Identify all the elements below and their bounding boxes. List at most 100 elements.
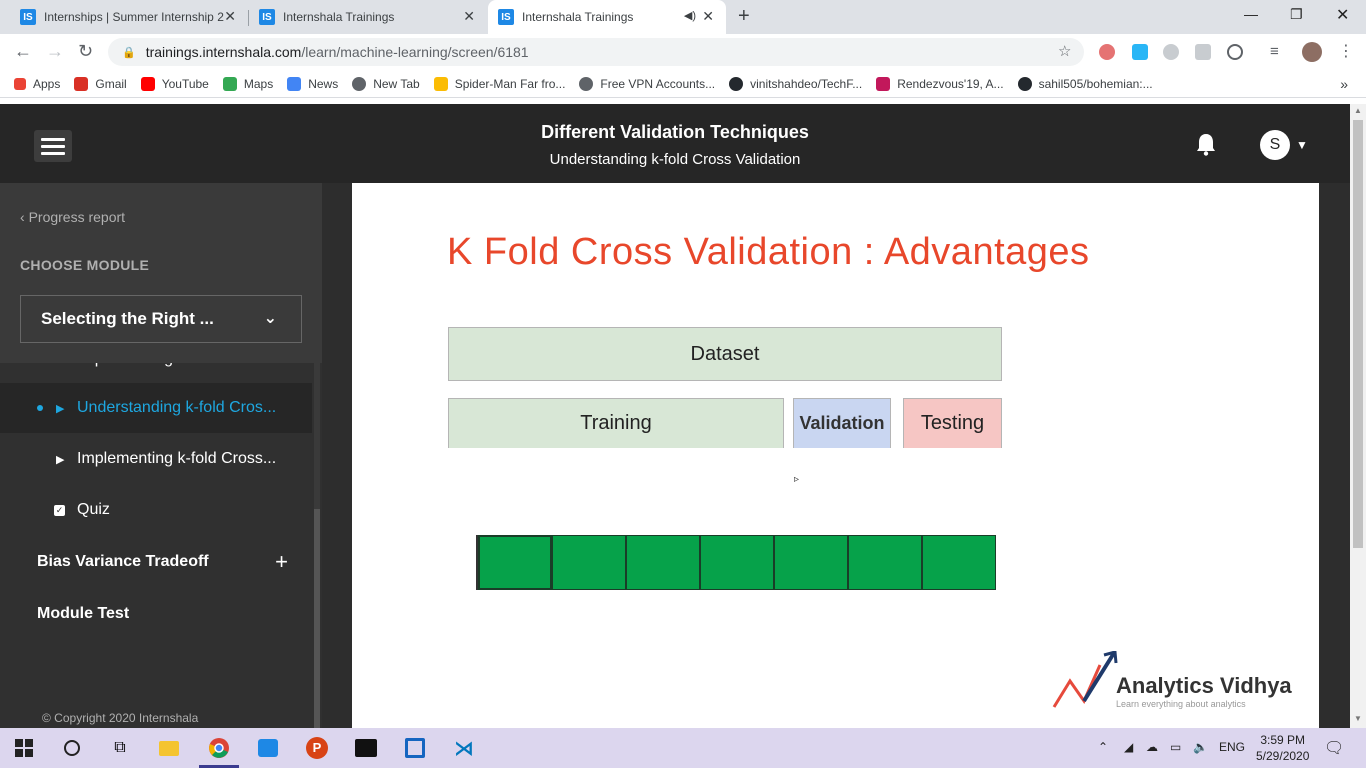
bookmark-youtube[interactable]: YouTube xyxy=(140,76,209,91)
user-menu-caret-icon[interactable]: ▼ xyxy=(1296,138,1308,152)
fold-block xyxy=(700,535,774,590)
browser-tab-trainings-active[interactable]: IS Internshala Trainings ◀) ✕ xyxy=(488,0,726,34)
wifi-icon[interactable]: ◢ xyxy=(1124,740,1133,754)
media-controls-icon[interactable]: ≡ xyxy=(1270,43,1279,60)
sidebar: ‹ Progress report CHOOSE MODULE Selectin… xyxy=(0,183,322,728)
scroll-down-icon[interactable]: ▼ xyxy=(1354,714,1362,723)
task-view-icon[interactable]: ⧉ xyxy=(108,736,132,760)
language-indicator[interactable]: ENG xyxy=(1219,740,1245,754)
browser-tab-trainings[interactable]: IS Internshala Trainings ✕ xyxy=(249,0,487,34)
bookmark-label: Rendezvous'19, A... xyxy=(897,76,1004,91)
close-tab-icon[interactable]: ✕ xyxy=(224,8,236,25)
bookmark-label: sahil505/bohemian:... xyxy=(1038,76,1153,91)
new-tab-button[interactable]: + xyxy=(738,5,750,28)
partial-label: Implementing xyxy=(77,363,173,368)
sidebar-module-panel: ‹ Progress report CHOOSE MODULE Selectin… xyxy=(0,183,322,363)
internshala-favicon-icon: IS xyxy=(259,9,275,25)
current-lesson-dot-icon xyxy=(37,405,43,411)
extension-icon[interactable] xyxy=(1227,44,1243,60)
code-blocks-icon[interactable] xyxy=(403,736,427,760)
system-clock[interactable]: 3:59 PM 5/29/2020 xyxy=(1256,732,1309,764)
vscode-icon[interactable]: ⋊ xyxy=(452,736,476,760)
postman-icon[interactable]: P xyxy=(305,736,329,760)
bookmark-spiderman[interactable]: Spider-Man Far fro... xyxy=(433,76,565,91)
chevron-down-icon: ⌄ xyxy=(263,310,277,327)
section-module-test[interactable]: Module Test xyxy=(0,588,312,640)
bookmark-bohemian[interactable]: sahil505/bohemian:... xyxy=(1017,76,1153,91)
tray-overflow-icon[interactable]: ⌃ xyxy=(1098,740,1108,754)
expand-plus-icon[interactable]: + xyxy=(275,549,288,575)
page-scrollbar-thumb[interactable] xyxy=(1353,120,1363,548)
address-bar[interactable]: 🔒 trainings.internshala.com/learn/machin… xyxy=(108,38,1084,66)
section-label: Bias Variance Tradeoff xyxy=(37,553,209,570)
bookmark-rendezvous[interactable]: Rendezvous'19, A... xyxy=(876,76,1004,91)
extension-icon[interactable] xyxy=(1163,44,1179,60)
lesson-item-implementing-kfold[interactable]: ▶ Implementing k-fold Cross... xyxy=(0,434,312,484)
tab-title: Internshala Trainings xyxy=(283,10,395,24)
lesson-item-quiz[interactable]: ✓ Quiz xyxy=(0,485,312,535)
reload-icon[interactable]: ↻ xyxy=(78,41,93,62)
maximize-icon[interactable]: ❐ xyxy=(1290,6,1303,23)
gmail-icon xyxy=(74,76,89,91)
clock-date: 5/29/2020 xyxy=(1256,749,1310,763)
bookmark-gmail[interactable]: Gmail xyxy=(74,76,127,91)
close-tab-icon[interactable]: ✕ xyxy=(463,8,475,25)
terminal-icon[interactable] xyxy=(354,736,378,760)
lesson-item-understanding-kfold[interactable]: ▶ Understanding k-fold Cros... xyxy=(0,383,312,433)
onedrive-icon[interactable]: ☁ xyxy=(1146,740,1158,754)
play-icon: ▶ xyxy=(56,402,65,415)
slide-title: K Fold Cross Validation : Advantages xyxy=(447,231,1090,273)
bookmark-techf[interactable]: vinitshahdeo/TechF... xyxy=(729,76,862,91)
lesson-subtitle: Understanding k-fold Cross Validation xyxy=(549,151,801,168)
mouse-cursor-icon: ▹ xyxy=(794,474,800,485)
extension-icon[interactable] xyxy=(1099,44,1115,60)
section-bias-variance-tradeoff[interactable]: Bias Variance Tradeoff + xyxy=(0,536,312,588)
file-explorer-icon[interactable] xyxy=(157,736,181,760)
notification-bell-icon[interactable] xyxy=(1195,132,1217,162)
close-window-icon[interactable]: ✕ xyxy=(1336,5,1349,25)
play-icon: ▶ xyxy=(56,453,65,466)
windows-start-icon[interactable] xyxy=(12,736,36,760)
minimize-icon[interactable]: — xyxy=(1244,6,1258,22)
module-select[interactable]: Selecting the Right ... ⌄ xyxy=(20,295,302,343)
bookmark-free-vpn[interactable]: Free VPN Accounts... xyxy=(579,76,715,91)
chrome-icon[interactable] xyxy=(207,736,231,760)
more-menu-icon[interactable]: ⋮ xyxy=(1338,41,1354,61)
browser-tab-internships[interactable]: IS Internships | Summer Internship 2 ✕ xyxy=(10,0,248,34)
tab-title: Internships | Summer Internship 2 xyxy=(44,10,224,24)
audio-playing-icon[interactable]: ◀) xyxy=(684,9,696,22)
bookmark-new-tab[interactable]: New Tab xyxy=(352,76,420,91)
page-scrollbar[interactable]: ▲ ▼ xyxy=(1350,104,1366,728)
sidebar-scrollbar-thumb[interactable] xyxy=(314,509,320,728)
extension-icon[interactable] xyxy=(1132,44,1148,60)
extension-icon[interactable] xyxy=(1195,44,1211,60)
remote-app-icon[interactable] xyxy=(256,736,280,760)
volume-icon[interactable]: 🔈 xyxy=(1193,740,1208,754)
forward-icon[interactable]: → xyxy=(46,41,64,62)
github-icon xyxy=(1017,76,1032,91)
profile-avatar-icon[interactable] xyxy=(1302,42,1322,62)
close-tab-icon[interactable]: ✕ xyxy=(702,8,714,25)
lesson-item-partial[interactable]: Implementing xyxy=(0,363,312,371)
bookmark-apps[interactable]: Apps xyxy=(14,77,60,91)
notifications-icon[interactable]: 🗨 xyxy=(1324,738,1344,758)
user-avatar[interactable]: S xyxy=(1260,130,1290,160)
battery-icon[interactable]: ▭ xyxy=(1170,740,1181,754)
bookmark-star-icon[interactable]: ☆ xyxy=(1058,42,1071,60)
progress-report-link[interactable]: ‹ Progress report xyxy=(20,209,125,225)
search-circle-icon[interactable] xyxy=(60,736,84,760)
bookmarks-bar: Apps Gmail YouTube Maps News New Tab Spi… xyxy=(0,70,1366,98)
rendezvous-icon xyxy=(876,76,891,91)
back-icon[interactable]: ← xyxy=(14,41,32,62)
youtube-icon xyxy=(140,76,155,91)
analytics-vidhya-mark-icon xyxy=(1052,651,1118,708)
validation-box: Validation xyxy=(793,398,891,448)
browser-tab-strip: IS Internships | Summer Internship 2 ✕ I… xyxy=(0,0,1366,34)
bookmark-news[interactable]: News xyxy=(287,76,338,91)
scroll-up-icon[interactable]: ▲ xyxy=(1354,106,1362,115)
bookmark-maps[interactable]: Maps xyxy=(222,76,273,91)
module-title: Different Validation Techniques xyxy=(541,122,809,142)
dataset-box: Dataset xyxy=(448,327,1002,381)
fold-block xyxy=(478,535,552,590)
more-bookmarks-icon[interactable]: » xyxy=(1340,76,1348,92)
